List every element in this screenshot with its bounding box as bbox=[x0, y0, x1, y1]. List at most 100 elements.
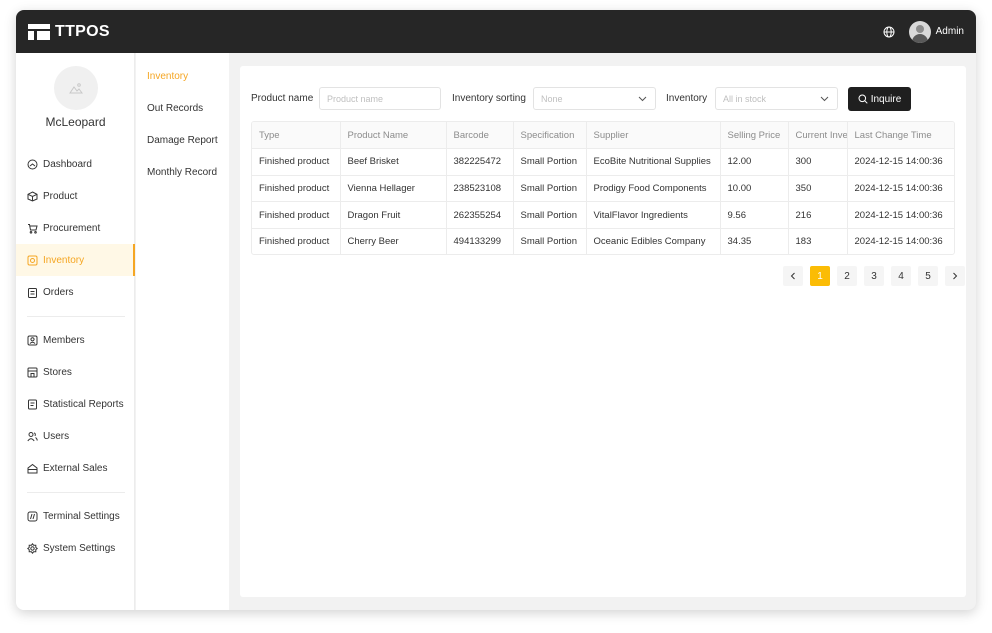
chevron-down-icon bbox=[638, 96, 647, 102]
table-header-row: Type Product Name Barcode Specification … bbox=[252, 122, 954, 150]
member-icon bbox=[27, 335, 38, 345]
report-icon bbox=[28, 399, 37, 409]
page-button-1[interactable]: 1 bbox=[810, 266, 830, 286]
cell-barcode: 382225472 bbox=[446, 148, 514, 176]
cell-specification: Small Portion bbox=[513, 228, 587, 254]
product-name-input-wrapper[interactable] bbox=[319, 87, 441, 110]
store-name: McLeopard bbox=[45, 115, 106, 129]
sidebar-item-inventory[interactable]: Inventory bbox=[16, 244, 135, 276]
table-row[interactable]: Finished product Dragon Fruit 262355254 … bbox=[252, 201, 954, 229]
sidebar-item-statistical-reports[interactable]: Statistical Reports bbox=[16, 388, 135, 420]
sidebar-item-members[interactable]: Members bbox=[16, 324, 135, 356]
column-header-current-inventory: Current Inve bbox=[788, 122, 848, 150]
sidebar-item-procurement[interactable]: Procurement bbox=[16, 212, 135, 244]
top-bar: TTPOS Admin bbox=[16, 10, 976, 53]
cell-product-name: Vienna Hellager bbox=[340, 175, 447, 203]
globe-icon[interactable] bbox=[883, 26, 895, 38]
logo[interactable]: TTPOS bbox=[28, 23, 110, 41]
product-name-input[interactable] bbox=[327, 93, 440, 104]
subnav-item-out-records[interactable]: Out Records bbox=[147, 103, 203, 114]
inventory-select-value: All in stock bbox=[723, 93, 767, 104]
sidebar-item-label: System Settings bbox=[43, 542, 116, 554]
dashboard-icon bbox=[27, 159, 38, 169]
cell-type: Finished product bbox=[252, 148, 341, 176]
inquire-button-label: Inquire bbox=[870, 93, 902, 105]
sidebar-item-system-settings[interactable]: System Settings bbox=[16, 532, 135, 564]
sidebar-item-label: Stores bbox=[43, 366, 72, 378]
cell-selling-price: 10.00 bbox=[720, 175, 789, 203]
page-button-4[interactable]: 4 bbox=[891, 266, 911, 286]
sidebar-item-label: External Sales bbox=[43, 462, 108, 474]
sidebar-item-label: Members bbox=[43, 334, 85, 346]
page-button-5[interactable]: 5 bbox=[918, 266, 938, 286]
product-name-label: Product name bbox=[251, 93, 314, 104]
cell-last-change-time: 2024-12-15 14:00:36 bbox=[847, 228, 954, 254]
inquire-button[interactable]: Inquire bbox=[848, 87, 911, 111]
cell-selling-price: 34.35 bbox=[720, 228, 789, 254]
pagination: 1 2 3 4 5 bbox=[776, 266, 965, 286]
table-row[interactable]: Finished product Vienna Hellager 2385231… bbox=[252, 175, 954, 203]
sidebar-item-external-sales[interactable]: External Sales bbox=[16, 452, 135, 484]
table-row[interactable]: Finished product Cherry Beer 494133299 S… bbox=[252, 228, 954, 254]
sidebar-item-dashboard[interactable]: Dashboard bbox=[16, 148, 135, 180]
subnav-item-damage-report[interactable]: Damage Report bbox=[147, 135, 218, 146]
sidebar-item-users[interactable]: Users bbox=[16, 420, 135, 452]
users-icon bbox=[27, 431, 38, 441]
column-header-selling-price: Selling Price bbox=[720, 122, 789, 150]
store-avatar bbox=[54, 66, 98, 110]
subnav-item-monthly-record[interactable]: Monthly Record bbox=[147, 167, 217, 178]
inventory-icon bbox=[27, 255, 38, 265]
sidebar-item-terminal-settings[interactable]: Terminal Settings bbox=[16, 500, 135, 532]
cell-last-change-time: 2024-12-15 14:00:36 bbox=[847, 201, 954, 229]
cell-barcode: 494133299 bbox=[446, 228, 514, 254]
chevron-down-icon bbox=[820, 96, 829, 102]
cart-icon bbox=[28, 223, 38, 234]
cell-current-inventory: 350 bbox=[788, 175, 848, 203]
app-window: TTPOS Admin McLeopard Dashboard Product bbox=[16, 10, 976, 610]
cell-specification: Small Portion bbox=[513, 175, 587, 203]
prev-page-button[interactable] bbox=[783, 266, 803, 286]
cell-selling-price: 12.00 bbox=[720, 148, 789, 176]
external-sales-icon bbox=[27, 463, 38, 473]
sidebar-item-label: Orders bbox=[43, 286, 74, 298]
inventory-select[interactable]: All in stock bbox=[715, 87, 838, 110]
table-row[interactable]: Finished product Beef Brisket 382225472 … bbox=[252, 148, 954, 176]
user-name[interactable]: Admin bbox=[936, 26, 964, 37]
logo-icon bbox=[28, 23, 50, 41]
box-icon bbox=[27, 190, 38, 202]
cell-supplier: Oceanic Edibles Company bbox=[586, 228, 721, 254]
inventory-sorting-label: Inventory sorting bbox=[452, 93, 526, 104]
sorting-select-value: None bbox=[541, 93, 563, 104]
user-avatar[interactable] bbox=[908, 20, 931, 43]
chevron-right-icon bbox=[953, 272, 958, 280]
column-header-type: Type bbox=[252, 122, 341, 150]
inventory-table: Type Product Name Barcode Specification … bbox=[251, 121, 955, 255]
cell-type: Finished product bbox=[252, 201, 341, 229]
main-content: Product name Inventory sorting None Inve… bbox=[240, 66, 966, 597]
cell-last-change-time: 2024-12-15 14:00:36 bbox=[847, 148, 954, 176]
sidebar-item-label: Terminal Settings bbox=[43, 510, 120, 522]
gear-icon bbox=[27, 542, 38, 554]
cell-current-inventory: 216 bbox=[788, 201, 848, 229]
sidebar-item-label: Statistical Reports bbox=[43, 398, 124, 410]
store-icon bbox=[27, 367, 38, 377]
cell-product-name: Dragon Fruit bbox=[340, 201, 447, 229]
subnav-item-inventory[interactable]: Inventory bbox=[147, 71, 188, 82]
sidebar-item-stores[interactable]: Stores bbox=[16, 356, 135, 388]
sidebar-item-product[interactable]: Product bbox=[16, 180, 135, 212]
cell-barcode: 262355254 bbox=[446, 201, 514, 229]
cell-supplier: Prodigy Food Components bbox=[586, 175, 721, 203]
column-header-last-change-time: Last Change Time bbox=[847, 122, 954, 150]
sub-navigation: Inventory Out Records Damage Report Mont… bbox=[136, 53, 229, 610]
page-button-2[interactable]: 2 bbox=[837, 266, 857, 286]
cell-selling-price: 9.56 bbox=[720, 201, 789, 229]
cell-type: Finished product bbox=[252, 175, 341, 203]
cell-supplier: VitalFlavor Ingredients bbox=[586, 201, 721, 229]
page-button-3[interactable]: 3 bbox=[864, 266, 884, 286]
inventory-sorting-select[interactable]: None bbox=[533, 87, 656, 110]
column-header-product-name: Product Name bbox=[340, 122, 447, 150]
cell-product-name: Cherry Beer bbox=[340, 228, 447, 254]
next-page-button[interactable] bbox=[945, 266, 965, 286]
sidebar-item-orders[interactable]: Orders bbox=[16, 276, 135, 308]
cell-current-inventory: 300 bbox=[788, 148, 848, 176]
